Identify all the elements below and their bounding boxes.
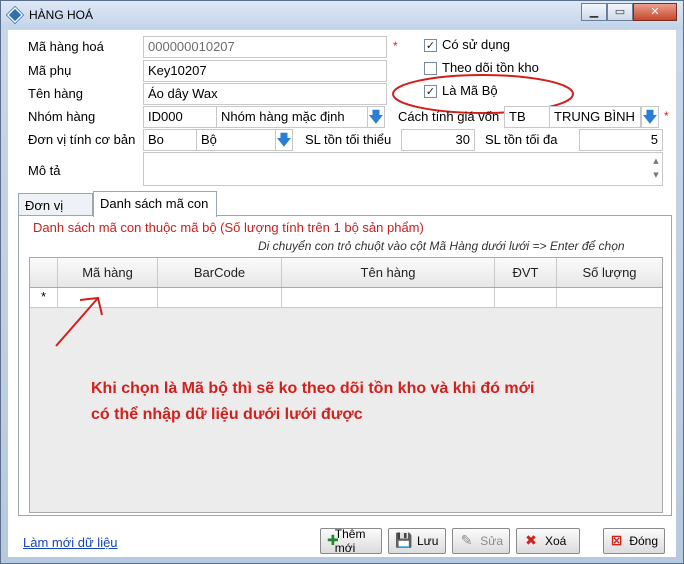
label-ma-hang-hoa: Mã hàng hoá <box>28 39 104 54</box>
don-vi-tinh-code-field[interactable]: Bo <box>143 129 197 151</box>
tab-don-vi-tinh[interactable]: Đơn vị tính <box>18 193 93 228</box>
close-icon: ⊠ <box>610 533 623 549</box>
cach-tinh-gia-von-name-field: TRUNG BÌNH <box>549 106 641 128</box>
sl-ton-toi-da-field[interactable]: 5 <box>579 129 663 151</box>
annotation-arrow <box>55 296 103 347</box>
window-title: HÀNG HOÁ <box>29 8 94 22</box>
grid-col-dvt[interactable]: ĐVT <box>495 258 557 287</box>
nhom-hang-dropdown-icon[interactable]: 🡇 <box>367 106 385 128</box>
mo-ta-scroll-icon[interactable]: ▲ ▼ <box>651 154 661 184</box>
delete-button[interactable]: ✖ Xoá <box>516 528 580 554</box>
close-form-button[interactable]: ⊠ Đóng <box>603 528 665 554</box>
close-form-label: Đóng <box>629 534 658 548</box>
ten-hang-field[interactable]: Áo dây Wax <box>143 83 387 105</box>
form-body: Mã hàng hoá 000000010207 * Mã phụ Key102… <box>8 30 676 557</box>
label-don-vi-tinh: Đơn vị tính cơ bản <box>28 132 136 147</box>
edit-label: Sửa <box>480 534 503 548</box>
grid-row-indicator-header <box>30 258 58 287</box>
minimize-button[interactable]: ▁ <box>581 3 607 21</box>
window: HÀNG HOÁ ▁ ▭ ✕ Mã hàng hoá 000000010207 … <box>0 0 684 564</box>
grid-cell-dvt[interactable] <box>495 288 557 307</box>
title-bar: HÀNG HOÁ ▁ ▭ ✕ <box>1 1 683 29</box>
delete-icon: ✖ <box>525 533 537 549</box>
subpanel-title: Danh sách mã con thuộc mã bộ (Số lượng t… <box>33 220 424 235</box>
add-new-label: Thêm mới <box>334 527 366 555</box>
refresh-data-link[interactable]: Làm mới dữ liệu <box>23 535 118 550</box>
save-label: Lưu <box>417 534 439 548</box>
label-nhom-hang: Nhóm hàng <box>28 109 96 124</box>
annotation-text: Khi chọn là Mã bộ thì sẽ ko theo dõi tồn… <box>91 376 534 428</box>
ma-phu-field[interactable]: Key10207 <box>143 60 387 82</box>
annotation-line-1: Khi chọn là Mã bộ thì sẽ ko theo dõi tồn… <box>91 380 535 397</box>
close-button[interactable]: ✕ <box>633 3 677 21</box>
subpanel-hint: Di chuyển con trỏ chuột vào cột Mã Hàng … <box>258 239 625 253</box>
grid-col-ten-hang[interactable]: Tên hàng <box>282 258 495 287</box>
don-vi-tinh-dropdown-icon[interactable]: 🡇 <box>275 129 293 151</box>
grid-cell-so-luong[interactable] <box>557 288 662 307</box>
add-new-button[interactable]: ✚ Thêm mới <box>320 527 382 555</box>
don-vi-tinh-name-field: Bộ <box>196 129 276 151</box>
grid-col-ma-hang[interactable]: Mã hàng <box>58 258 158 287</box>
label-ma-phu: Mã phụ <box>28 63 72 78</box>
edit-button[interactable]: ✎ Sửa <box>452 528 510 554</box>
co-su-dung-label: Có sử dụng <box>442 37 510 52</box>
grid-col-so-luong[interactable]: Số lượng <box>557 258 662 287</box>
cach-tinh-gia-von-code-field[interactable]: TB <box>504 106 550 128</box>
label-ten-hang: Tên hàng <box>28 86 83 101</box>
label-sl-ton-toi-thieu: SL tồn tối thiểu <box>305 132 392 147</box>
required-mark: * <box>393 39 398 53</box>
window-controls: ▁ ▭ ✕ <box>581 3 677 21</box>
save-button[interactable]: 💾 Lưu <box>388 528 446 554</box>
label-sl-ton-toi-da: SL tồn tối đa <box>485 132 558 147</box>
label-cach-tinh-gia-von: Cách tính giá vốn <box>398 109 500 124</box>
sl-ton-toi-thieu-field[interactable]: 30 <box>401 129 475 151</box>
tab-danh-sach-ma-con[interactable]: Danh sách mã con <box>93 191 217 217</box>
delete-label: Xoá <box>545 534 567 548</box>
cach-tinh-gia-von-dropdown-icon[interactable]: 🡇 <box>641 106 659 128</box>
nhom-hang-code-field[interactable]: ID000 <box>143 106 217 128</box>
co-su-dung-checkbox[interactable]: ✓ <box>424 39 437 52</box>
grid-new-row[interactable]: * <box>30 288 662 308</box>
nhom-hang-name-field: Nhóm hàng mặc định <box>216 106 368 128</box>
save-icon: 💾 <box>395 533 413 549</box>
required-mark-2: * <box>664 109 669 123</box>
mo-ta-field[interactable] <box>143 152 663 186</box>
grid-col-barcode[interactable]: BarCode <box>158 258 282 287</box>
app-icon <box>5 5 25 25</box>
edit-icon: ✎ <box>460 533 473 549</box>
grid-cell-ten-hang[interactable] <box>282 288 495 307</box>
annotation-line-2: có thể nhập dữ liệu dưới lưới được <box>91 406 363 423</box>
grid-cell-barcode[interactable] <box>158 288 282 307</box>
ma-hang-hoa-field[interactable]: 000000010207 <box>143 36 387 58</box>
grid-header: Mã hàng BarCode Tên hàng ĐVT Số lượng <box>30 258 662 288</box>
maximize-button[interactable]: ▭ <box>607 3 633 21</box>
label-mo-ta: Mô tả <box>28 163 61 178</box>
